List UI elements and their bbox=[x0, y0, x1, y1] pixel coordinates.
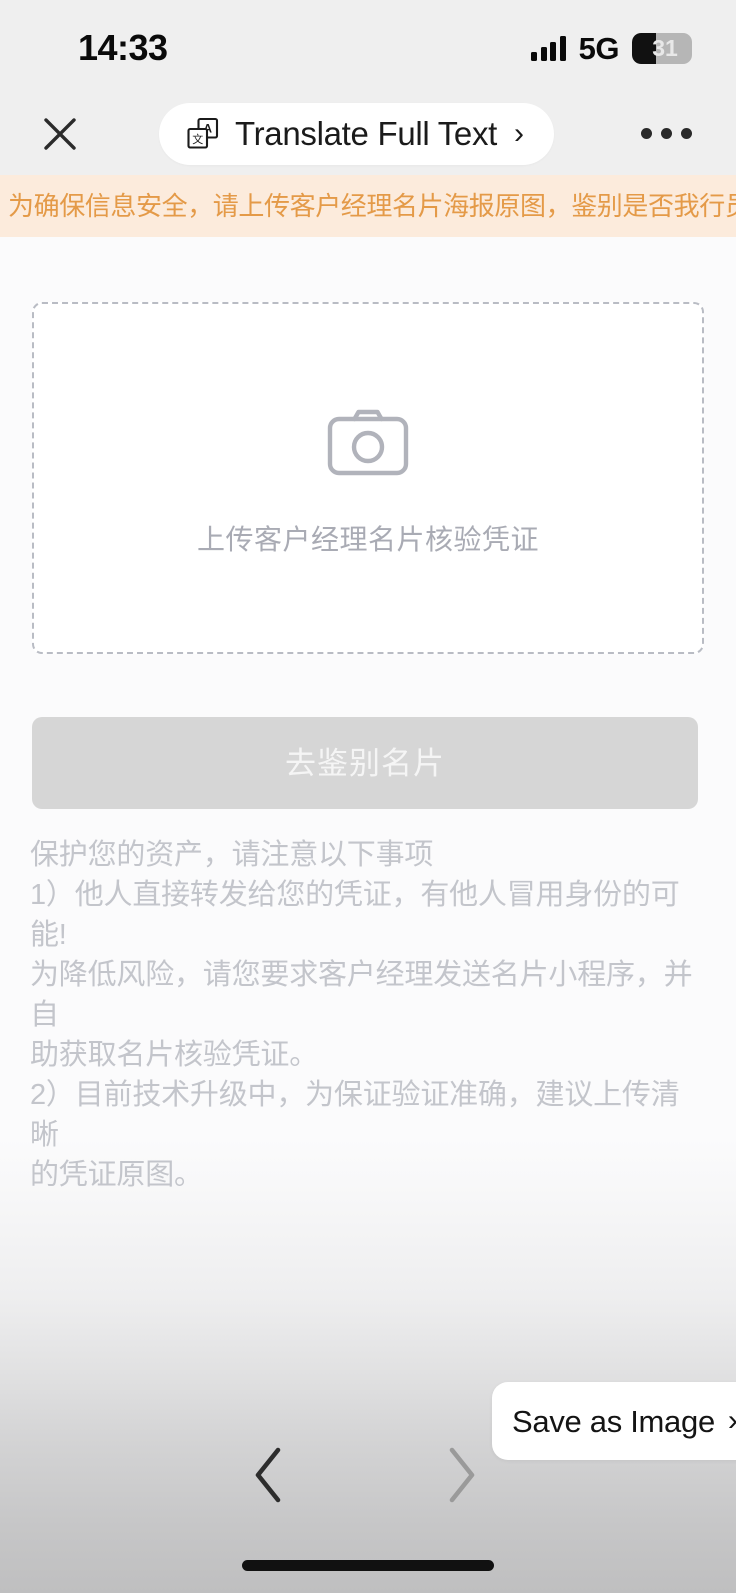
security-warning-text: 为确保信息安全，请上传客户经理名片海报原图，鉴别是否我行员工 bbox=[8, 191, 736, 221]
home-indicator bbox=[242, 1560, 494, 1571]
phone-screen: 14:33 5G 31 A 文 Translate Full Text › 为确… bbox=[0, 0, 736, 1593]
translate-label: Translate Full Text bbox=[234, 115, 498, 152]
chevron-right-icon: › bbox=[728, 1406, 736, 1436]
more-options-icon bbox=[680, 128, 692, 139]
chevron-left-icon bbox=[255, 1447, 281, 1503]
safety-tips-line: 的凭证原图。 bbox=[30, 1159, 203, 1191]
more-options-button[interactable] bbox=[637, 114, 696, 153]
security-warning-banner: 为确保信息安全，请上传客户经理名片海报原图，鉴别是否我行员工 bbox=[0, 175, 736, 237]
translate-full-text-button[interactable]: A 文 Translate Full Text › bbox=[158, 102, 555, 165]
save-as-image-label: Save as Image bbox=[512, 1403, 715, 1439]
signal-bars-icon bbox=[531, 35, 566, 61]
chevron-right-icon bbox=[449, 1447, 475, 1503]
more-options-icon bbox=[660, 128, 672, 139]
close-button[interactable] bbox=[32, 106, 88, 162]
safety-tips-line: 2）目前技术升级中，为保证验证准确，建议上传清晰 bbox=[30, 1079, 680, 1151]
chevron-right-icon: › bbox=[514, 116, 525, 150]
more-options-icon bbox=[640, 128, 652, 139]
identify-card-button-label: 去鉴别名片 bbox=[285, 745, 445, 781]
upload-dropzone[interactable]: 上传客户经理名片核验凭证 bbox=[32, 302, 704, 654]
back-button[interactable] bbox=[222, 1427, 318, 1523]
translate-icon: A 文 bbox=[187, 117, 219, 149]
close-icon bbox=[44, 117, 76, 150]
status-indicators: 5G 31 bbox=[531, 29, 692, 64]
safety-tips: 保护您的资产，请注意以下事项 1）他人直接转发给您的凭证，有他人冒用身份的可能!… bbox=[30, 835, 706, 1195]
battery-icon: 31 bbox=[632, 32, 692, 64]
camera-icon bbox=[327, 409, 409, 475]
status-bar: 14:33 5G 31 bbox=[0, 0, 736, 92]
svg-text:文: 文 bbox=[192, 131, 203, 145]
safety-tips-heading: 保护您的资产，请注意以下事项 bbox=[30, 839, 434, 871]
identify-card-button[interactable]: 去鉴别名片 bbox=[32, 717, 698, 809]
network-type-label: 5G bbox=[578, 30, 620, 66]
camera-icon-wrapper bbox=[327, 409, 409, 482]
nav-header: A 文 Translate Full Text › bbox=[0, 92, 736, 175]
save-as-image-button[interactable]: Save as Image › bbox=[492, 1382, 736, 1460]
upload-hint-label: 上传客户经理名片核验凭证 bbox=[196, 523, 539, 555]
battery-level-label: 31 bbox=[652, 34, 678, 61]
status-time: 14:33 bbox=[78, 27, 168, 68]
safety-tips-line: 助获取名片核验凭证。 bbox=[30, 1039, 319, 1071]
safety-tips-line: 1）他人直接转发给您的凭证，有他人冒用身份的可能! bbox=[30, 879, 680, 951]
safety-tips-line: 为降低风险，请您要求客户经理发送名片小程序，并自 bbox=[30, 959, 693, 1031]
